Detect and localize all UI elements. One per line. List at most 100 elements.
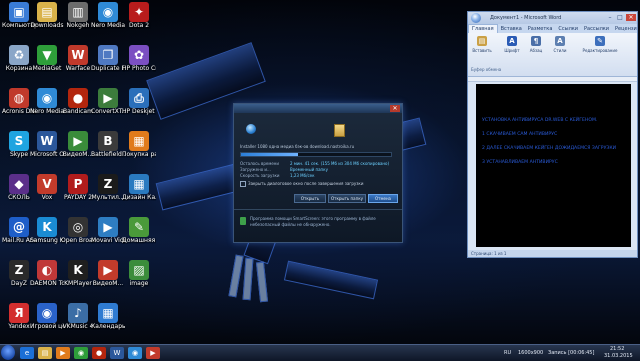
close-icon[interactable]: ✕ (390, 105, 400, 112)
desktop-icon[interactable]: W Warface (63, 45, 93, 72)
desktop-icon[interactable]: ◎Open Broadcas... (61, 217, 95, 244)
bandicam-icon[interactable]: ● (92, 347, 106, 359)
desktop-icon[interactable]: ▶ ConvertXT... (91, 88, 125, 115)
desktop-icon[interactable]: ◐DAEMON Tools Lite (30, 260, 64, 287)
ruler (468, 77, 637, 82)
desktop-icon[interactable]: V Vox (32, 174, 62, 201)
divider (234, 209, 402, 210)
desktop-icon[interactable]: ▦ Календарь (91, 303, 125, 330)
desktop-icon[interactable]: K KMPlayer (63, 260, 93, 287)
desktop-icon[interactable]: ▥ Nokgeh (63, 2, 93, 29)
checkbox-box[interactable] (240, 181, 246, 187)
battlefield-icon: B (98, 131, 118, 151)
smartscreen-note: Программа помощи SmartScreen: этого прог… (250, 216, 376, 227)
ribbon-button[interactable]: ▤ Вставить (472, 36, 492, 53)
media-player-icon[interactable]: ▶ (56, 347, 70, 359)
desktop-icon[interactable]: ✿HP Photo Creations (122, 45, 156, 72)
video-icon[interactable]: ▶ (146, 347, 160, 359)
desktop-icon[interactable]: Z Мультил... (91, 174, 125, 201)
desktop-icon-label: Покупка раскадр... (122, 151, 156, 158)
desktop-icon[interactable]: ● Bandicam (63, 88, 93, 115)
desktop-icon[interactable]: ▦Покупка раскадр... (122, 131, 156, 158)
chrome-icon[interactable]: ◉ (74, 347, 88, 359)
start-button[interactable] (1, 345, 15, 360)
ribbon-tab[interactable]: Рецензир (612, 25, 637, 33)
desktop-icon[interactable]: KSamsung Kies 3 (30, 217, 64, 244)
yandex-icon: Я (9, 303, 29, 323)
word-icon[interactable]: W (110, 347, 124, 359)
ribbon-tab[interactable]: Вставка (498, 25, 525, 33)
desktop-icon-label: Nero MediaHome (91, 22, 125, 29)
word-titlebar[interactable]: Документ1 - Microsoft Word – □ ✕ (468, 12, 637, 24)
vox-icon: V (37, 174, 57, 194)
ribbon-tabs: Главная Вставка Разметка Ссылки Рассылки Реце… (468, 24, 637, 33)
photostudio-icon: ✎ (129, 217, 149, 237)
desktop-icon[interactable]: ◉Nero MediaHome (91, 2, 125, 29)
document-line: 2 ДАЛЕЕ СКАЧИВАЕМ КЕЙГЕН ДОЖИДАЕМСЯ ЗАГР… (482, 146, 617, 151)
desktop-icon[interactable]: ✦ Dota 2 (124, 2, 154, 29)
ribbon-tab[interactable]: Ссылки (555, 25, 581, 33)
desktop: ▣Компьютер▤Downloads▥Nokgeh◉Nero MediaHo… (0, 0, 640, 344)
system-tray: RU 1600x900 Запись [00:06:45] 21:52 31.0… (500, 345, 640, 361)
daemon-icon: ◐ (37, 260, 57, 280)
desktop-icon-label: image (129, 280, 149, 287)
document-line: 3 УСТАНАВЛИВАЕМ АНТИВИРУС (482, 160, 558, 165)
dialog-titlebar[interactable]: ✕ (234, 104, 402, 113)
recycle-bin-icon: ♻ (9, 45, 29, 65)
dota-icon: ✦ (129, 2, 149, 22)
photo-icon: ✿ (129, 45, 149, 65)
ribbon-button[interactable]: A Шрифт (502, 36, 522, 53)
desktop-icon[interactable]: ▨ image (124, 260, 154, 287)
font-icon: A (507, 36, 517, 46)
word-title: Документ1 - Microsoft Word (490, 15, 562, 21)
download-progress-fill (241, 153, 298, 156)
desktop-icon[interactable]: ⎙HP Deskjet F2200 series (122, 88, 156, 115)
desktop-icon[interactable]: ▤ Downloads (31, 2, 63, 29)
maximize-icon[interactable]: □ (615, 14, 625, 21)
ribbon-tab[interactable]: Рассылки (581, 25, 612, 33)
desktop-icon[interactable]: ▶ ВидеоМ... (63, 131, 93, 158)
movavi-icon: ▶ (98, 217, 118, 237)
desktop-icon[interactable]: ◉Nero MediaHome (30, 88, 64, 115)
ribbon-button[interactable]: ¶ Абзац (526, 36, 546, 53)
desktop-icon[interactable]: B Battlefield 3 (91, 131, 125, 158)
office-button-icon[interactable] (471, 13, 481, 23)
desktop-icon-label: ВидеоМ... (62, 151, 94, 158)
desktop-icon[interactable]: ▦Дизайн Календар... (122, 174, 156, 201)
desktop-icon[interactable]: ◉Игровой центр@M... (30, 303, 64, 330)
word-statusbar: Страница: 1 из 1 (468, 250, 637, 257)
close-on-complete-checkbox[interactable]: Закрыть диалоговое окно после завершения… (240, 181, 363, 187)
desktop-icon[interactable]: WMicrosoft Office W... (30, 131, 64, 158)
clock-date[interactable]: 31.03.2015 (604, 353, 633, 359)
desktop-icon-label: Open Broadcas... (61, 237, 95, 244)
film-icon: ▦ (129, 131, 149, 151)
desktop-icon-label: PAYDAY 2 (63, 194, 93, 201)
cancel-button[interactable]: Отмена (368, 194, 398, 203)
desktop-icon[interactable]: ✎Домашняя Фотосту... (122, 217, 156, 244)
ribbon-tab[interactable]: Главная (468, 24, 498, 33)
recording-indicator[interactable]: Запись [00:06:45] (548, 350, 594, 356)
desktop-icon[interactable]: P PAYDAY 2 (63, 174, 93, 201)
calendar-icon: ▦ (129, 174, 149, 194)
clock-time[interactable]: 21:52 (610, 346, 624, 352)
minimize-icon[interactable]: – (605, 14, 615, 21)
explorer-icon[interactable]: ▤ (38, 347, 52, 359)
ribbon-tab[interactable]: Разметка (525, 25, 556, 33)
ribbon-button[interactable]: ✎ Редактирование (580, 36, 620, 53)
close-icon[interactable]: ✕ (626, 14, 636, 21)
open-button[interactable]: Открыть (294, 194, 326, 203)
printer-icon: ⎙ (129, 88, 149, 108)
desktop-icon[interactable]: ▶Movavi Video E... (91, 217, 125, 244)
desktop-icon[interactable]: ▼ MediaGet (32, 45, 62, 72)
desktop-icon[interactable]: ▶ ВидеоМ... (93, 260, 123, 287)
ribbon-button[interactable]: A Стили (550, 36, 570, 53)
nero-icon[interactable]: ◉ (128, 347, 142, 359)
open-folder-button[interactable]: Открыть папку (328, 194, 366, 203)
desktop-icon-label: Movavi Video E... (91, 237, 125, 244)
desktop-icon-label: Dota 2 (128, 22, 150, 29)
language-indicator[interactable]: RU (504, 350, 511, 356)
desktop-icon[interactable]: ♪ VKMusic 4 (63, 303, 93, 330)
ie-icon[interactable]: e (20, 347, 34, 359)
desktop-icon[interactable]: ❐Duplicate File De... (91, 45, 125, 72)
document-page[interactable]: УСТАНОВКА АНТИВИРУСА DR.WEB С КЕЙГЕНОМ. … (476, 84, 631, 247)
